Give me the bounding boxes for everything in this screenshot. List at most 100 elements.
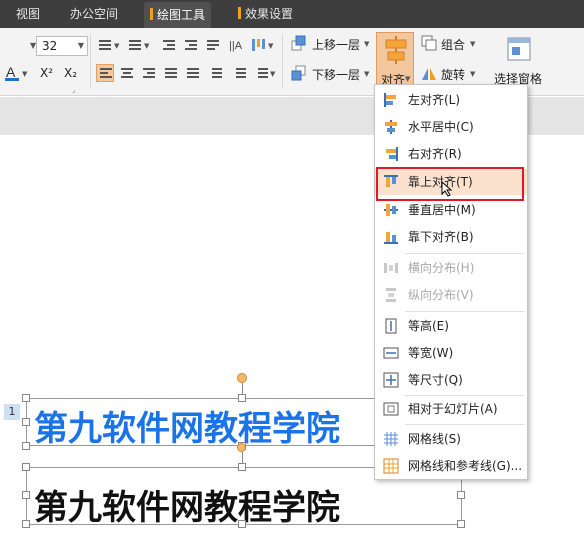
align-center-horizontal-icon [385,120,397,134]
resize-handle[interactable] [22,418,30,426]
chevron-down-icon[interactable]: ▼ [268,42,273,50]
menu-item-same-height[interactable]: 等高(E) [375,313,527,339]
chevron-down-icon[interactable]: ▼ [270,70,275,78]
menu-item-distribute-horizontal[interactable]: 横向分布(H) [375,255,527,281]
bullet-list-icon[interactable] [96,36,114,54]
svg-text:A: A [6,64,16,80]
line-break-icon[interactable] [204,36,222,54]
menu-separator [405,253,525,254]
font-color-icon: A [5,64,19,81]
align-dropdown-menu: 左对齐(L) 水平居中(C) 右对齐(R) 靠上对齐(T) 垂直居中(M) 靠下… [374,84,528,480]
align-left-icon [384,93,396,107]
resize-handle[interactable] [22,520,30,528]
menu-item-center-horizontal[interactable]: 水平居中(C) [375,114,527,140]
rotate-icon [420,64,438,82]
superscript-button[interactable]: X² [40,66,53,80]
rotation-handle[interactable] [237,443,246,452]
divider [282,34,283,88]
menu-item-align-bottom[interactable]: 靠下对齐(B) [375,224,527,250]
resize-handle[interactable] [457,491,465,499]
same-width-icon [383,347,399,359]
font-size-select[interactable]: 32 ▼ [36,36,88,56]
divider [90,34,91,88]
menu-item-label: 网格线(S) [408,432,461,446]
same-size-icon [383,372,399,388]
align-right-text-button[interactable] [140,64,158,82]
selection-pane-icon [507,37,531,61]
menu-separator [405,424,525,425]
gridlines-icon [384,432,398,446]
resize-handle[interactable] [22,394,30,402]
distributed-text-button[interactable] [184,64,202,82]
chevron-down-icon[interactable]: ▼ [144,42,149,50]
menu-item-label: 横向分布(H) [408,261,475,275]
increase-indent-icon[interactable] [182,36,200,54]
relative-to-slide-icon [383,402,399,416]
menu-item-label: 等宽(W) [408,346,454,360]
menu-item-align-left[interactable]: 左对齐(L) [375,87,527,113]
tab-drawing-tools-label: 绘图工具 [157,8,206,22]
tab-view-label: 视图 [16,7,41,21]
menu-item-same-size[interactable]: 等尺寸(Q) [375,367,527,393]
resize-handle[interactable] [22,442,30,450]
resize-handle[interactable] [22,463,30,471]
text-direction-icon[interactable]: ||A [228,36,246,54]
slide-number-badge: 1 [4,404,20,420]
chevron-down-icon[interactable]: ▼ [364,40,369,48]
dialog-launcher-icon[interactable]: ⌟ [72,86,75,94]
svg-text:||A: ||A [229,40,243,52]
send-backward-icon [290,64,308,82]
tab-effect-settings[interactable]: 效果设置 [232,0,299,28]
send-backward-button[interactable]: 下移一层 [312,66,360,83]
font-size-value: 32 [42,39,58,53]
menu-item-gridlines-and-guides[interactable]: 网格线和参考线(G)... [375,453,527,479]
rotate-button[interactable]: 旋转 [441,66,465,83]
chevron-down-icon[interactable]: ▼ [364,70,369,78]
menu-item-label: 右对齐(R) [408,147,462,161]
menu-item-gridlines[interactable]: 网格线(S) [375,426,527,452]
resize-handle[interactable] [457,520,465,528]
bring-forward-button[interactable]: 上移一层 [312,36,360,53]
align-left-text-button[interactable] [96,64,114,82]
menu-item-relative-to-slide[interactable]: 相对于幻灯片(A) [375,396,527,422]
numbered-list-icon[interactable] [126,36,144,54]
align-bottom-icon [384,232,398,244]
line-spacing-icon[interactable] [206,64,224,82]
menu-item-same-width[interactable]: 等宽(W) [375,340,527,366]
resize-handle[interactable] [238,520,246,528]
align-center-text-button[interactable] [118,64,136,82]
tab-view[interactable]: 视图 [10,0,46,28]
menu-separator [405,311,525,312]
chevron-down-icon[interactable]: ▼ [470,40,475,48]
tab-drawing-tools[interactable]: 绘图工具 [144,2,212,28]
menu-item-label: 靠下对齐(B) [408,230,474,244]
group-button[interactable]: 组合 [441,36,465,53]
column-spacing-icon[interactable] [252,64,270,82]
highlight-annotation-box [376,167,524,201]
align-middle-vertical-icon [384,204,398,216]
resize-handle[interactable] [238,394,246,402]
menu-item-distribute-vertical[interactable]: 纵向分布(V) [375,282,527,308]
paragraph-spacing-icon[interactable] [230,64,248,82]
chevron-down-icon[interactable]: ▼ [470,70,475,78]
slide-title-blue[interactable]: 第九软件网教程学院 [34,401,340,450]
tab-office-space[interactable]: 办公空间 [64,0,124,28]
align-text-icon[interactable] [250,36,268,54]
rotation-handle[interactable] [237,373,247,383]
group-icon [420,34,438,52]
justify-text-button[interactable] [162,64,180,82]
menu-item-label: 纵向分布(V) [408,288,474,302]
slide-title-black[interactable]: 第九软件网教程学院 [34,480,340,529]
tab-office-space-label: 办公空间 [70,7,119,21]
decrease-indent-icon[interactable] [160,36,178,54]
menu-item-label: 等尺寸(Q) [408,373,463,387]
chevron-down-icon[interactable]: ▼ [22,70,27,78]
resize-handle[interactable] [238,463,246,471]
menu-item-align-right[interactable]: 右对齐(R) [375,141,527,167]
chevron-down-icon: ▼ [77,41,84,50]
chevron-down-icon[interactable]: ▼ [114,42,119,50]
resize-handle[interactable] [22,491,30,499]
gridlines-guides-icon [383,458,399,474]
subscript-button[interactable]: X₂ [64,66,77,80]
font-color-button[interactable]: A [4,64,22,82]
